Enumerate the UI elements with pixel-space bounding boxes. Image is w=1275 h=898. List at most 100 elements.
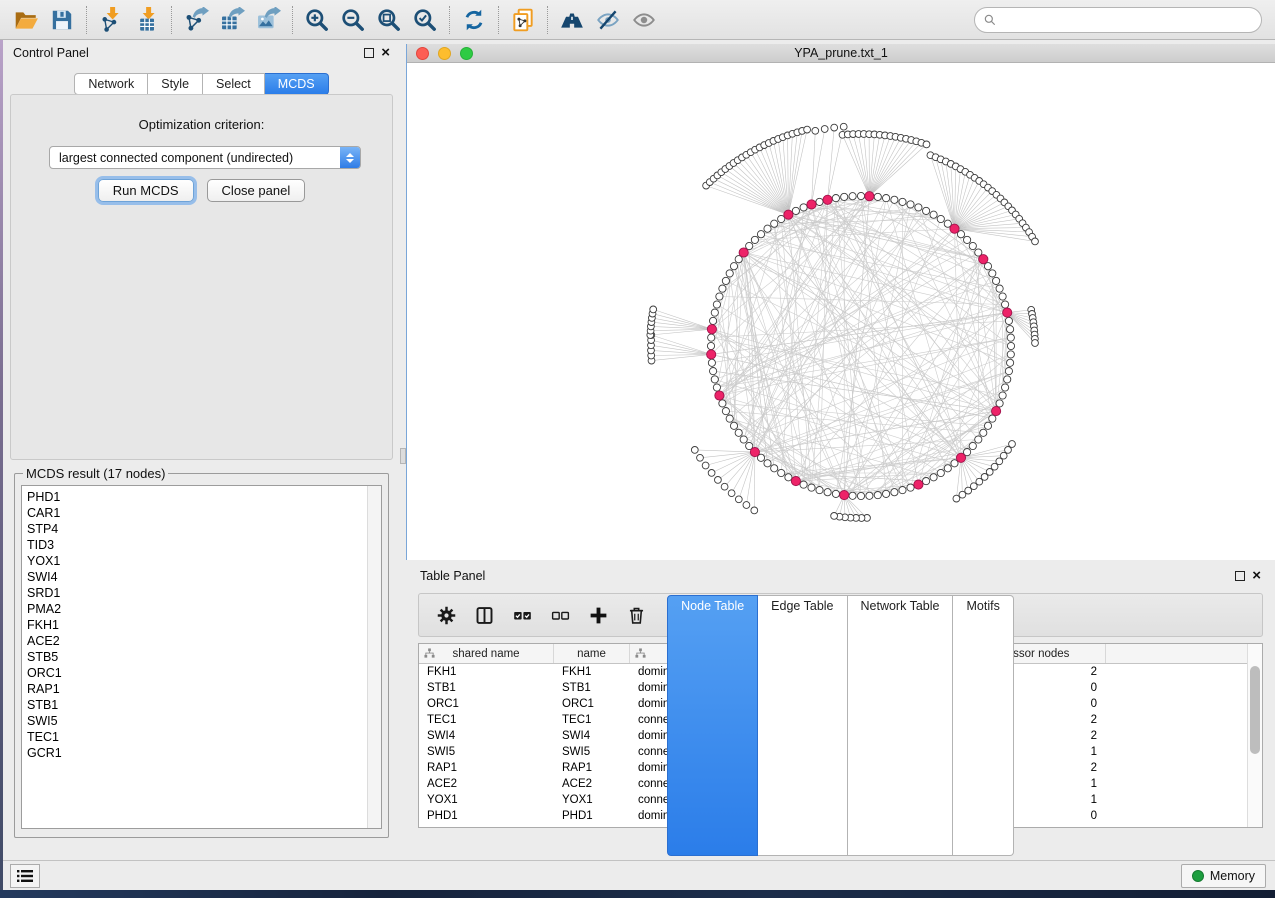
- run-mcds-button[interactable]: Run MCDS: [98, 179, 194, 202]
- toolbar-separator: [498, 6, 499, 34]
- import-table-icon: [134, 7, 160, 33]
- control-panel-header: Control Panel ×: [3, 40, 400, 66]
- open-file-icon: [13, 7, 39, 33]
- network-window-titlebar[interactable]: YPA_prune.txt_1: [407, 44, 1275, 63]
- save-icon[interactable]: [44, 3, 80, 37]
- show-graphics-details-icon[interactable]: [626, 3, 662, 37]
- mcds-result-node[interactable]: SWI5: [27, 713, 367, 729]
- mcds-result-group: MCDS result (17 nodes) PHD1CAR1STP4TID3Y…: [14, 466, 389, 838]
- window-edge: [0, 40, 3, 890]
- mcds-result-list[interactable]: PHD1CAR1STP4TID3YOX1SWI4SRD1PMA2FKH1ACE2…: [22, 486, 367, 828]
- tab-select[interactable]: Select: [203, 73, 265, 95]
- export-network-icon[interactable]: [178, 3, 214, 37]
- toolbar-separator: [292, 6, 293, 34]
- toolbar-separator: [86, 6, 87, 34]
- optimization-label: Optimization criterion:: [11, 117, 392, 132]
- list-icon: [17, 869, 33, 883]
- tab-mcds[interactable]: MCDS: [265, 73, 329, 95]
- show-graphics-details-icon: [631, 7, 657, 33]
- optimization-value: largest connected component (undirected): [50, 151, 340, 165]
- hide-graphics-details-icon: [595, 7, 621, 33]
- toolbar-separator: [449, 6, 450, 34]
- desktop-background: Control Panel × NetworkStyleSelectMCDS O…: [0, 0, 1275, 898]
- tab-motifs[interactable]: Motifs: [953, 595, 1013, 856]
- mcds-result-node[interactable]: SRD1: [27, 585, 367, 601]
- search-input[interactable]: [1003, 13, 1253, 27]
- export-table-icon: [219, 7, 245, 33]
- import-network-icon[interactable]: [93, 3, 129, 37]
- tab-network[interactable]: Network: [74, 73, 148, 95]
- mcds-result-node[interactable]: STB1: [27, 697, 367, 713]
- zoom-selected-icon: [412, 7, 438, 33]
- close-panel-button[interactable]: Close panel: [207, 179, 306, 202]
- hide-graphics-details-icon[interactable]: [590, 3, 626, 37]
- mcds-result-node[interactable]: PMA2: [27, 601, 367, 617]
- control-panel: Control Panel × NetworkStyleSelectMCDS O…: [3, 40, 400, 860]
- optimization-dropdown[interactable]: largest connected component (undirected): [49, 146, 361, 169]
- memory-button[interactable]: Memory: [1181, 864, 1266, 888]
- import-table-icon[interactable]: [129, 3, 165, 37]
- close-table-panel-icon[interactable]: ×: [1252, 571, 1261, 581]
- mcds-result-node[interactable]: STP4: [27, 521, 367, 537]
- float-table-panel-icon[interactable]: [1235, 571, 1245, 581]
- mcds-result-node[interactable]: TEC1: [27, 729, 367, 745]
- clone-network-icon: [510, 7, 536, 33]
- table-panel: Table Panel × f(x) shared namenameMCDS r…: [406, 562, 1275, 860]
- mcds-result-node[interactable]: FKH1: [27, 617, 367, 633]
- mcds-result-node[interactable]: GCR1: [27, 745, 367, 761]
- mcds-result-node[interactable]: YOX1: [27, 553, 367, 569]
- mcds-result-node[interactable]: TID3: [27, 537, 367, 553]
- search-box[interactable]: [974, 7, 1262, 33]
- zoom-fit-icon[interactable]: [371, 3, 407, 37]
- tab-node-table[interactable]: Node Table: [667, 595, 758, 856]
- tab-network-table[interactable]: Network Table: [848, 595, 954, 856]
- zoom-in-icon[interactable]: [299, 3, 335, 37]
- tab-style[interactable]: Style: [148, 73, 203, 95]
- float-panel-icon[interactable]: [364, 48, 374, 58]
- export-network-icon: [183, 7, 209, 33]
- save-icon: [49, 7, 75, 33]
- export-table-icon[interactable]: [214, 3, 250, 37]
- mcds-result-node[interactable]: ACE2: [27, 633, 367, 649]
- memory-label: Memory: [1210, 869, 1255, 883]
- mcds-list-scrollbar[interactable]: [367, 486, 381, 828]
- zoom-selected-icon[interactable]: [407, 3, 443, 37]
- network-window-title: YPA_prune.txt_1: [407, 46, 1275, 60]
- zoom-out-icon: [340, 7, 366, 33]
- mcds-result-node[interactable]: PHD1: [27, 489, 367, 505]
- status-bar: Memory: [0, 860, 1275, 890]
- table-panel-title: Table Panel: [420, 569, 485, 583]
- zoom-in-icon: [304, 7, 330, 33]
- mcds-result-node[interactable]: RAP1: [27, 681, 367, 697]
- app-window: Control Panel × NetworkStyleSelectMCDS O…: [0, 0, 1275, 890]
- import-network-icon: [98, 7, 124, 33]
- mcds-result-node[interactable]: STB5: [27, 649, 367, 665]
- mcds-tab-content: Optimization criterion: largest connecte…: [10, 94, 393, 460]
- clone-network-icon[interactable]: [505, 3, 541, 37]
- network-graph-canvas[interactable]: [407, 63, 1275, 560]
- mcds-result-node[interactable]: SWI4: [27, 569, 367, 585]
- open-file-icon[interactable]: [8, 3, 44, 37]
- network-view-window: YPA_prune.txt_1: [406, 44, 1275, 560]
- search-binoculars-icon[interactable]: [554, 3, 590, 37]
- chevron-updown-icon: [340, 147, 360, 168]
- table-tabs: Node TableEdge TableNetwork TableMotifs: [406, 595, 1275, 856]
- close-panel-icon[interactable]: ×: [381, 48, 390, 58]
- control-panel-tabs: NetworkStyleSelectMCDS: [3, 73, 400, 95]
- main-toolbar: [0, 0, 1275, 40]
- refresh-layout-icon[interactable]: [456, 3, 492, 37]
- memory-status-icon: [1192, 870, 1204, 882]
- mcds-result-node[interactable]: CAR1: [27, 505, 367, 521]
- toolbar-separator: [171, 6, 172, 34]
- task-history-button[interactable]: [10, 864, 40, 888]
- export-image-icon[interactable]: [250, 3, 286, 37]
- toolbar-separator: [547, 6, 548, 34]
- zoom-out-icon[interactable]: [335, 3, 371, 37]
- tab-edge-table[interactable]: Edge Table: [758, 595, 847, 856]
- zoom-fit-icon: [376, 7, 402, 33]
- control-panel-title: Control Panel: [13, 46, 89, 60]
- mcds-result-title: MCDS result (17 nodes): [23, 466, 168, 481]
- search-icon: [983, 13, 997, 27]
- mcds-result-node[interactable]: ORC1: [27, 665, 367, 681]
- search-binoculars-icon: [559, 7, 585, 33]
